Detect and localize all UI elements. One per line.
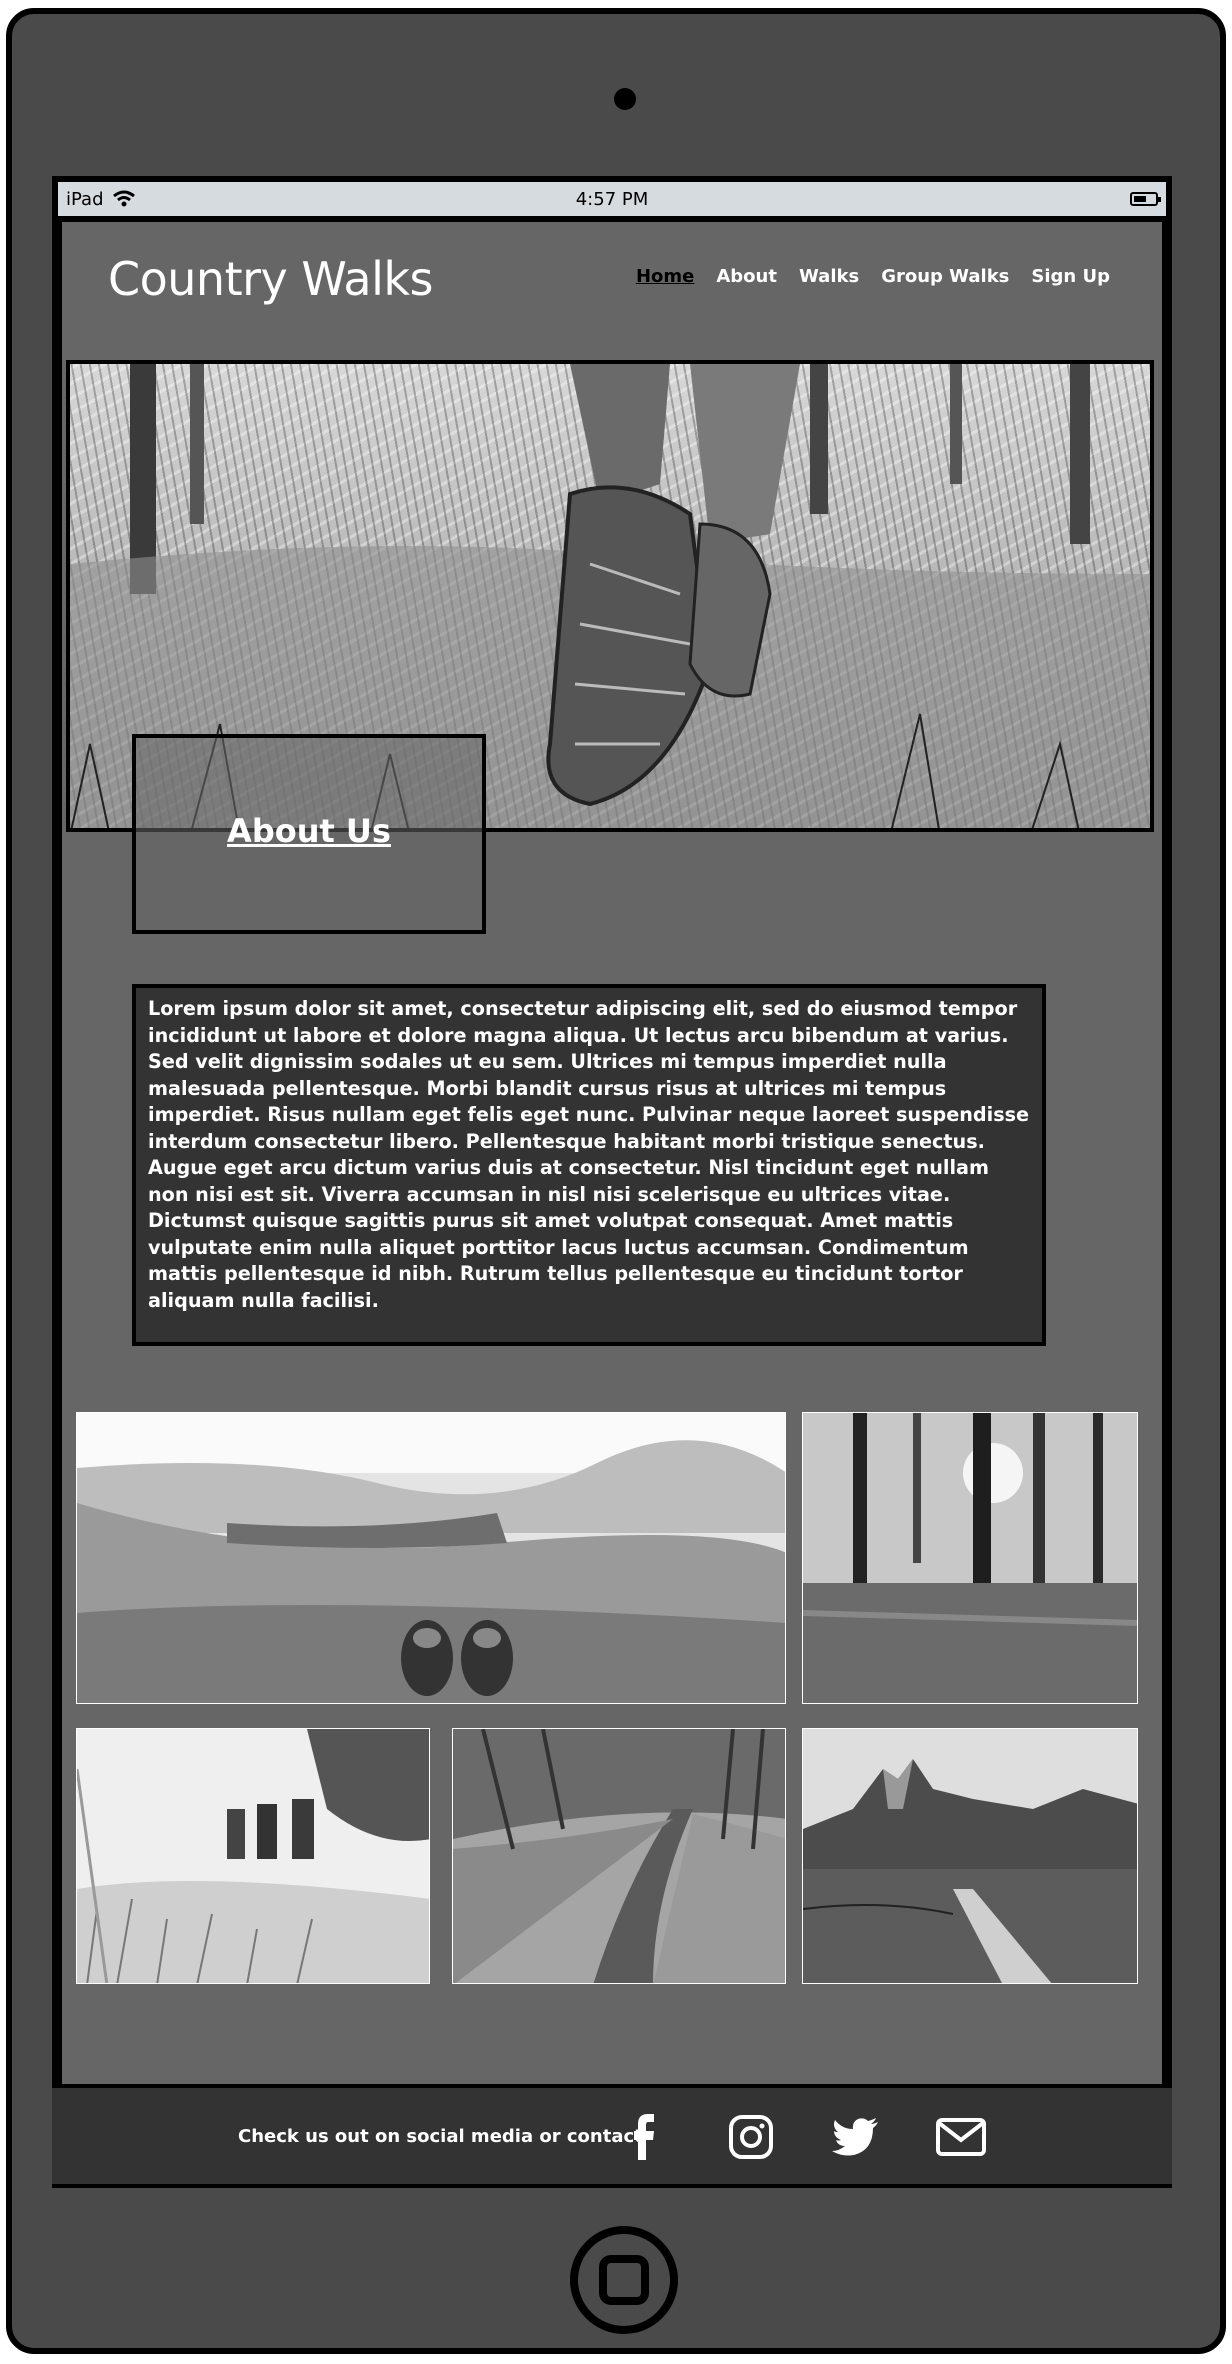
nav-sign-up[interactable]: Sign Up [1031, 266, 1110, 287]
camera-dot [614, 88, 636, 110]
ipad-screen: iPad 4:57 PM Country Walks Home About Wa… [52, 176, 1172, 2188]
footer: Check us out on social media or contact [52, 2084, 1172, 2184]
email-icon[interactable] [936, 2112, 986, 2162]
nav-group-walks[interactable]: Group Walks [881, 266, 1009, 287]
footer-text: Check us out on social media or contact [238, 2126, 643, 2147]
about-text-box: Lorem ipsum dolor sit amet, consectetur … [132, 984, 1046, 1346]
status-bar: iPad 4:57 PM [58, 182, 1166, 216]
battery-icon [1130, 192, 1161, 206]
home-button[interactable] [570, 2226, 678, 2334]
main-nav: Home About Walks Group Walks Sign Up [636, 266, 1110, 287]
about-title-box: About Us [132, 734, 486, 934]
web-page: Country Walks Home About Walks Group Wal… [62, 222, 1162, 2084]
nav-home[interactable]: Home [636, 266, 694, 287]
facebook-icon[interactable] [624, 2112, 674, 2162]
group-hikers-photo [76, 1728, 430, 1984]
twitter-icon[interactable] [830, 2112, 880, 2162]
woodland-path-photo [452, 1728, 786, 1984]
nav-about[interactable]: About [716, 266, 777, 287]
site-logo[interactable]: Country Walks [108, 252, 433, 306]
instagram-icon[interactable] [726, 2112, 776, 2162]
wifi-icon [112, 190, 135, 207]
about-body: Lorem ipsum dolor sit amet, consectetur … [148, 997, 1030, 1312]
landscape-boots-photo [76, 1412, 786, 1704]
status-time: 4:57 PM [575, 188, 649, 210]
about-title[interactable]: About Us [136, 812, 482, 850]
device-name: iPad [66, 188, 104, 210]
mountain-road-photo [802, 1728, 1138, 1984]
forest-sunlight-photo [802, 1412, 1138, 1704]
home-button-icon [599, 2255, 649, 2305]
nav-walks[interactable]: Walks [799, 266, 859, 287]
